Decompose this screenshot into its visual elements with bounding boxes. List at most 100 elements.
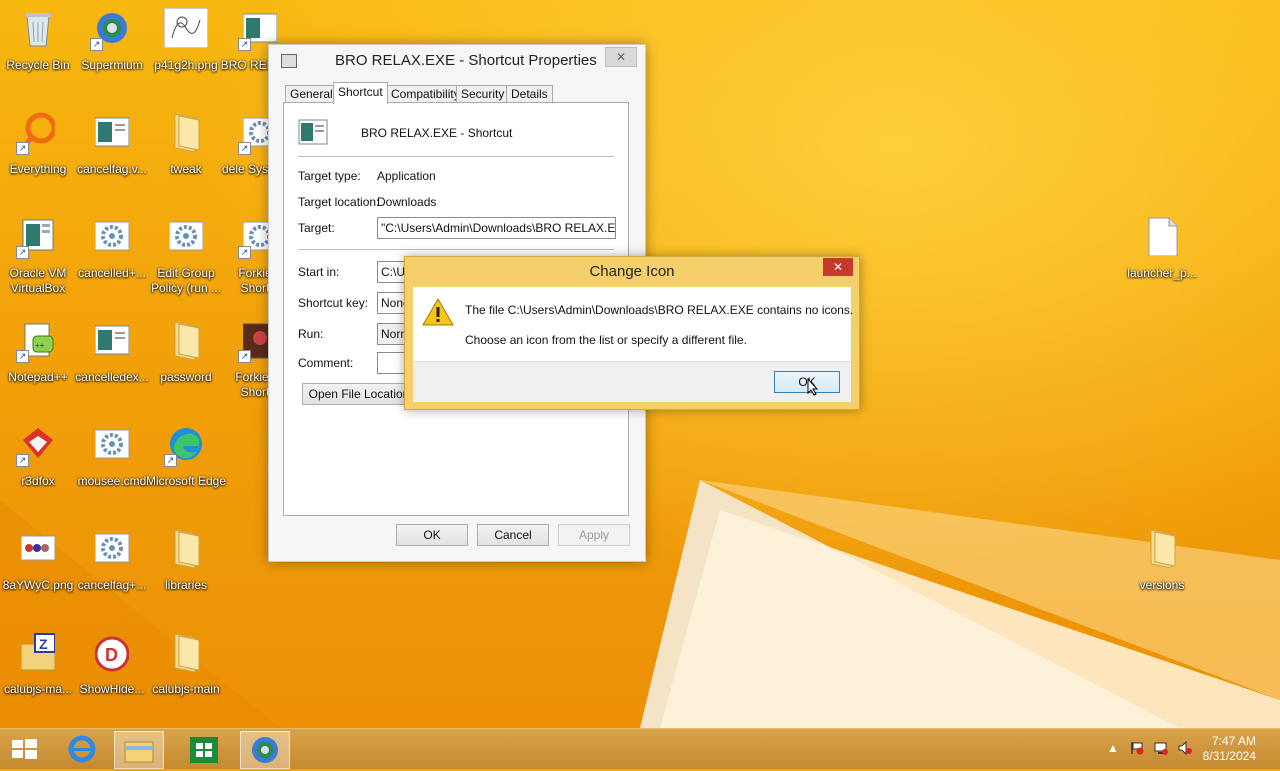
action-center-flag-icon[interactable] (1130, 741, 1144, 755)
svg-text:++: ++ (35, 341, 45, 350)
shortcut-arrow-icon: ↗ (238, 246, 251, 259)
desktop-icon-tweak[interactable]: tweak (148, 104, 224, 200)
shortcut-arrow-icon: ↗ (238, 350, 251, 363)
blank-file-icon (1145, 216, 1179, 257)
desktop-icon-launcher[interactable]: launcher_p... (1124, 208, 1200, 304)
dialog-footer: OK (413, 361, 851, 402)
desktop-icon-8aywyc-png[interactable]: 8aYWyC.png (0, 520, 76, 616)
internet-explorer-icon (68, 735, 96, 763)
desktop-icon-label: ShowHide... (79, 682, 145, 696)
cancel-button[interactable]: Cancel (477, 524, 549, 546)
desktop-icon-everything[interactable]: ↗ Everything (0, 104, 76, 200)
divider (298, 156, 614, 157)
target-type-label: Target type: (298, 169, 361, 183)
desktop-icon-showhide[interactable]: D ShowHide... (74, 624, 150, 720)
store-icon (190, 737, 218, 763)
desktop-icon-password[interactable]: password (148, 312, 224, 408)
dialog-close-button[interactable]: ✕ (823, 258, 853, 276)
taskbar-store[interactable] (180, 731, 228, 767)
shortcut-arrow-icon: ↗ (16, 454, 29, 467)
folder-icon (1145, 528, 1179, 569)
image-file-icon (20, 528, 56, 568)
properties-titlebar[interactable]: BRO RELAX.EXE - Shortcut Properties ✕ (269, 45, 645, 77)
tab-compatibility[interactable]: Compatibility (386, 85, 465, 103)
window-file-icon (94, 112, 130, 152)
image-file-icon (163, 7, 209, 49)
recycle-bin-icon (21, 8, 55, 48)
clock-date: 8/31/2024 (1202, 749, 1256, 763)
comment-label: Comment: (298, 356, 354, 370)
svg-text:D: D (105, 645, 118, 665)
desktop-icon-cancelled-plus[interactable]: cancelled+... (74, 208, 150, 304)
target-label: Target: (298, 221, 335, 235)
desktop-icon-label: r3dfox (21, 474, 55, 488)
desktop-icon-label: libraries (164, 578, 207, 592)
ok-button[interactable]: OK (396, 524, 468, 546)
window-icon (281, 54, 297, 68)
desktop-icon-cancelfag-v[interactable]: cancelfag.v... (74, 104, 150, 200)
desktop-icon-label: tweak (170, 162, 202, 176)
start-button[interactable] (0, 731, 48, 767)
showhide-icon: D (94, 632, 130, 672)
file-explorer-icon (124, 741, 154, 763)
desktop-icon-label: cancelfag.v... (77, 162, 147, 176)
target-type-value: Application (377, 169, 436, 183)
gear-file-icon (94, 528, 130, 568)
windows-logo-icon (12, 739, 37, 759)
shortcut-file-icon (298, 119, 328, 145)
desktop-icon-label: cancelled+... (78, 266, 146, 280)
show-hidden-icons-chevron-icon[interactable]: ▲ (1106, 741, 1120, 755)
network-icon[interactable] (1154, 741, 1168, 755)
desktop-icon-libraries[interactable]: libraries (148, 520, 224, 616)
desktop-icon-cancelledex[interactable]: cancelledex... (74, 312, 150, 408)
desktop-icon-label: Supermium (81, 58, 143, 72)
target-location-value: Downloads (377, 195, 437, 209)
taskbar-internet-explorer[interactable] (58, 731, 106, 767)
change-icon-dialog[interactable]: Change Icon ✕ The file C:\Users\Admin\Do… (404, 256, 860, 410)
properties-close-button[interactable]: ✕ (605, 47, 637, 67)
tab-details[interactable]: Details (506, 85, 553, 103)
desktop-icon-notepad-plus-plus[interactable]: ++ ↗ Notepad++ (0, 312, 76, 408)
desktop-icon-cancelfag-plus[interactable]: cancelfag+... (74, 520, 150, 616)
mouse-cursor-icon (807, 377, 819, 399)
desktop-icon-virtualbox[interactable]: ↗ Oracle VM VirtualBox (0, 208, 76, 304)
shortcut-arrow-icon: ↗ (16, 142, 29, 155)
zip-folder-icon: Z (20, 632, 56, 672)
desktop-icon-edit-group-policy[interactable]: Edit Group Policy (run ... (148, 208, 224, 304)
desktop-icon-calubjs-ma-zip[interactable]: Z calubjs-ma... (0, 624, 76, 720)
tab-security[interactable]: Security (456, 85, 510, 103)
shortcut-arrow-icon: ↗ (16, 246, 29, 259)
taskbar-supermium[interactable] (240, 731, 290, 769)
folder-icon (169, 320, 203, 361)
desktop-icon-p41g2h-png[interactable]: p41g2h.png (148, 0, 224, 96)
desktop-icon-calubjs-main[interactable]: calubjs-main (148, 624, 224, 720)
target-input[interactable]: "C:\Users\Admin\Downloads\BRO RELAX.EXE" (377, 217, 616, 239)
desktop-icon-label: password (160, 370, 212, 384)
gear-file-icon (94, 424, 130, 464)
desktop-icon-versions[interactable]: versions (1124, 520, 1200, 616)
dialog-message-line1: The file C:\Users\Admin\Downloads\BRO RE… (465, 303, 854, 317)
desktop-icon-label: versions (1139, 578, 1185, 592)
target-location-label: Target location: (298, 195, 380, 209)
desktop-icon-recycle-bin[interactable]: Recycle Bin (0, 0, 76, 96)
divider (298, 249, 614, 250)
desktop-icon-label: p41g2h.png (154, 58, 218, 72)
dialog-title: Change Icon (589, 263, 675, 280)
desktop-icon-r3dfox[interactable]: ↗ r3dfox (0, 416, 76, 512)
shortcut-arrow-icon: ↗ (16, 350, 29, 363)
desktop-icon-microsoft-edge[interactable]: ↗ Microsoft Edge (146, 416, 226, 512)
shortcut-key-label: Shortcut key: (298, 296, 369, 310)
open-file-location-button[interactable]: Open File Location (302, 383, 416, 405)
desktop-icon-label: Oracle VM VirtualBox (9, 266, 67, 295)
apply-button[interactable]: Apply (558, 524, 630, 546)
tab-general[interactable]: General (285, 85, 338, 103)
desktop-icon-mousee-cmd[interactable]: mousee.cmd (74, 416, 150, 512)
taskbar-file-explorer[interactable] (114, 731, 164, 769)
taskbar-clock[interactable]: 7:47 AM 8/31/2024 (1186, 734, 1256, 764)
desktop-icon-supermium[interactable]: ↗ Supermium (74, 0, 150, 96)
svg-text:Z: Z (39, 636, 48, 652)
gear-file-icon (94, 216, 130, 256)
tab-shortcut[interactable]: Shortcut (333, 82, 388, 104)
desktop-icon-label: Everything (9, 162, 67, 176)
shortcut-arrow-icon: ↗ (164, 454, 177, 467)
